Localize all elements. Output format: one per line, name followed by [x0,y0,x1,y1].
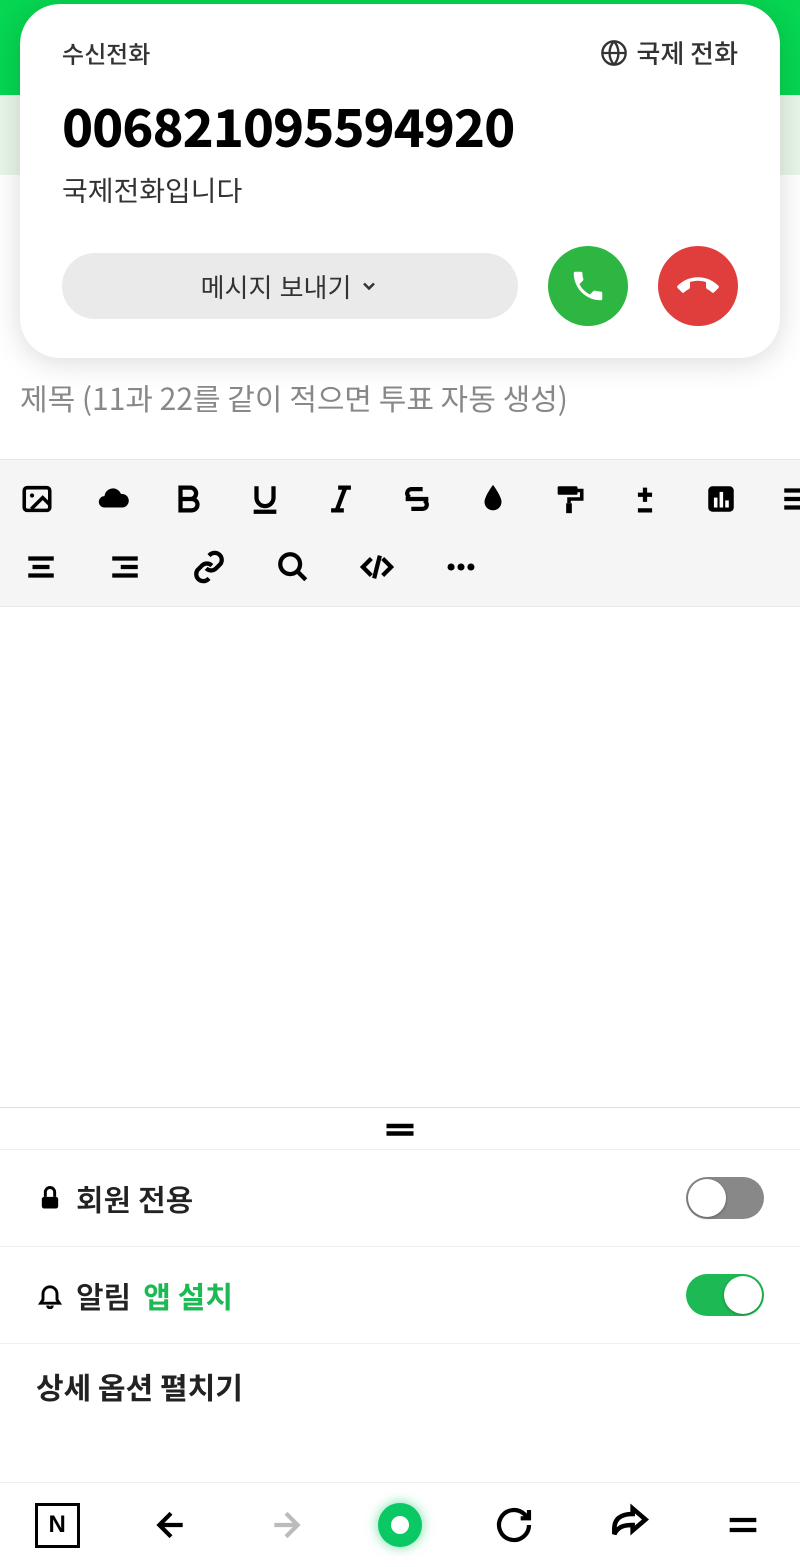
app-install-link[interactable]: 앱 설치 [143,1273,233,1317]
chart-icon[interactable] [704,478,738,520]
cloud-icon[interactable] [96,478,130,520]
paint-roller-icon[interactable] [552,478,586,520]
align-justify-icon[interactable] [20,546,62,588]
back-button[interactable] [141,1495,201,1555]
fill-icon[interactable] [476,478,510,520]
code-icon[interactable] [356,546,398,588]
refresh-icon [494,1505,534,1545]
notifications-toggle[interactable] [686,1274,764,1316]
incoming-call-card: 수신전화 국제 전화 006821095594920 국제전화입니다 메시지 보… [20,4,780,358]
plusminus-icon[interactable] [628,478,662,520]
forward-button[interactable] [256,1495,316,1555]
send-message-label: 메시지 보내기 [201,268,352,305]
menu-button[interactable] [713,1495,773,1555]
strikethrough-icon[interactable] [400,478,434,520]
share-icon [607,1503,651,1547]
home-button[interactable] [370,1495,430,1555]
refresh-button[interactable] [484,1495,544,1555]
home-icon [378,1503,422,1547]
underline-icon[interactable] [248,478,282,520]
editor-content-area[interactable] [0,607,800,1107]
notifications-row: 알림 앱 설치 [0,1247,800,1344]
share-button[interactable] [599,1495,659,1555]
link-icon[interactable] [188,546,230,588]
send-message-button[interactable]: 메시지 보내기 [62,253,518,319]
image-icon[interactable] [20,478,54,520]
members-only-row: 회원 전용 [0,1150,800,1247]
naver-home-button[interactable]: N [27,1495,87,1555]
italic-icon[interactable] [324,478,358,520]
phone-hangup-icon [677,265,719,307]
more-icon[interactable] [440,546,482,588]
options-section: 회원 전용 알림 앱 설치 상세 옵션 펼치기 [0,1149,800,1408]
phone-icon [569,267,607,305]
drag-handle-icon [382,1119,418,1139]
browser-bottom-nav: N [0,1482,800,1567]
decline-call-button[interactable] [658,246,738,326]
forward-icon [266,1505,306,1545]
back-icon [151,1505,191,1545]
bold-icon[interactable] [172,478,206,520]
members-only-label: 회원 전용 [76,1176,193,1220]
accept-call-button[interactable] [548,246,628,326]
align-right-icon[interactable] [104,546,146,588]
chevron-down-icon [359,276,379,296]
notifications-label: 알림 [76,1273,131,1317]
editor-toolbar [0,459,800,607]
lock-icon [36,1184,64,1212]
bell-icon [36,1281,64,1309]
menu-icon [723,1505,763,1545]
intl-call-label: 국제 전화 [600,34,738,71]
members-only-toggle[interactable] [686,1177,764,1219]
globe-icon [600,39,628,67]
search-icon[interactable] [272,546,314,588]
drag-handle[interactable] [0,1107,800,1149]
call-number: 006821095594920 [62,87,738,162]
incoming-call-label: 수신전화 [62,35,150,70]
expand-options-row[interactable]: 상세 옵션 펼치기 [0,1344,800,1408]
call-subtitle: 국제전화입니다 [62,170,738,210]
align-left-icon[interactable] [780,478,800,520]
naver-icon: N [35,1503,80,1548]
